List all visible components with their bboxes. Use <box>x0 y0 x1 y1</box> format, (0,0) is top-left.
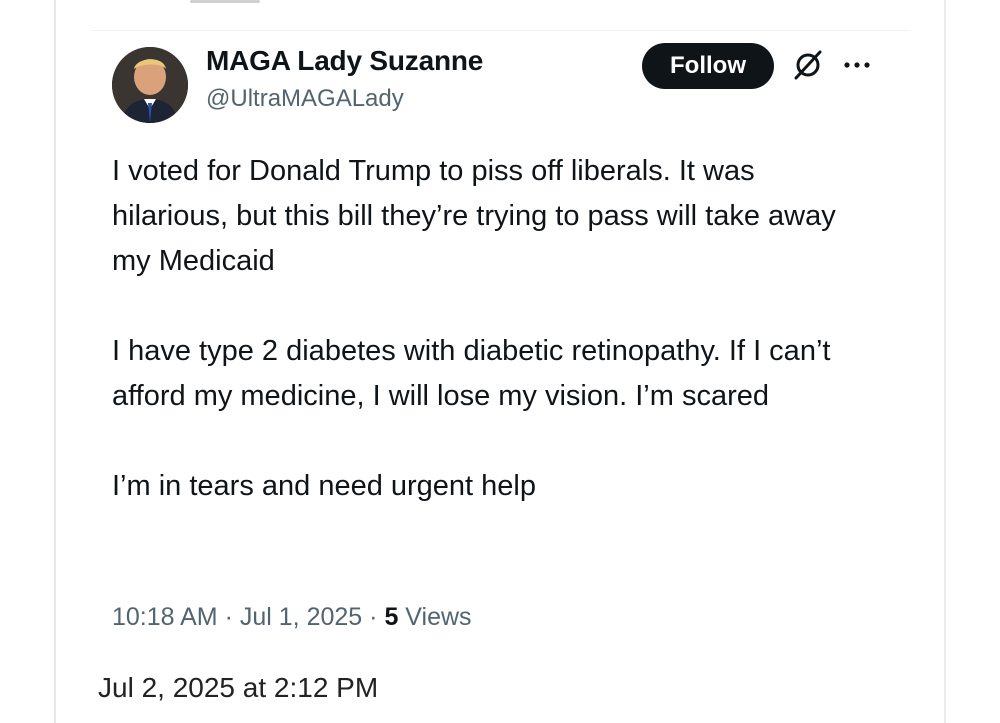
tweet-card: MAGA Lady Suzanne @UltraMAGALady Follow … <box>92 30 910 651</box>
tweet-paragraph-1: I voted for Donald Trump to piss off lib… <box>112 155 836 277</box>
author-handle[interactable]: @UltraMAGALady <box>206 85 404 113</box>
screenshot-timestamp: Jul 2, 2025 at 2:12 PM <box>98 672 379 703</box>
more-dots-icon[interactable] <box>840 49 874 81</box>
tweet-meta: 10:18 AM · Jul 1, 2025 · 5 Views <box>112 603 472 632</box>
author-display-name[interactable]: MAGA Lady Suzanne <box>206 45 483 77</box>
tweet-paragraph-3: I’m in tears and need urgent help <box>112 470 536 502</box>
follow-button[interactable]: Follow <box>642 43 774 89</box>
avatar[interactable] <box>112 47 188 123</box>
views-label: Views <box>405 603 472 631</box>
meta-separator-1: · <box>224 603 233 631</box>
views-count: 5 <box>384 603 399 631</box>
cut-off-previous-line <box>190 0 310 6</box>
tweet-date[interactable]: Jul 1, 2025 <box>240 603 362 631</box>
meta-separator-2: · <box>369 603 378 631</box>
outer-right-edge <box>944 0 946 723</box>
outer-left-edge <box>54 0 56 723</box>
grok-slash-icon[interactable] <box>792 49 824 81</box>
avatar-image <box>112 47 188 123</box>
tweet-paragraph-2: I have type 2 diabetes with diabetic ret… <box>112 335 831 412</box>
tweet-text: I voted for Donald Trump to piss off lib… <box>112 149 872 509</box>
tweet-time[interactable]: 10:18 AM <box>112 603 218 631</box>
